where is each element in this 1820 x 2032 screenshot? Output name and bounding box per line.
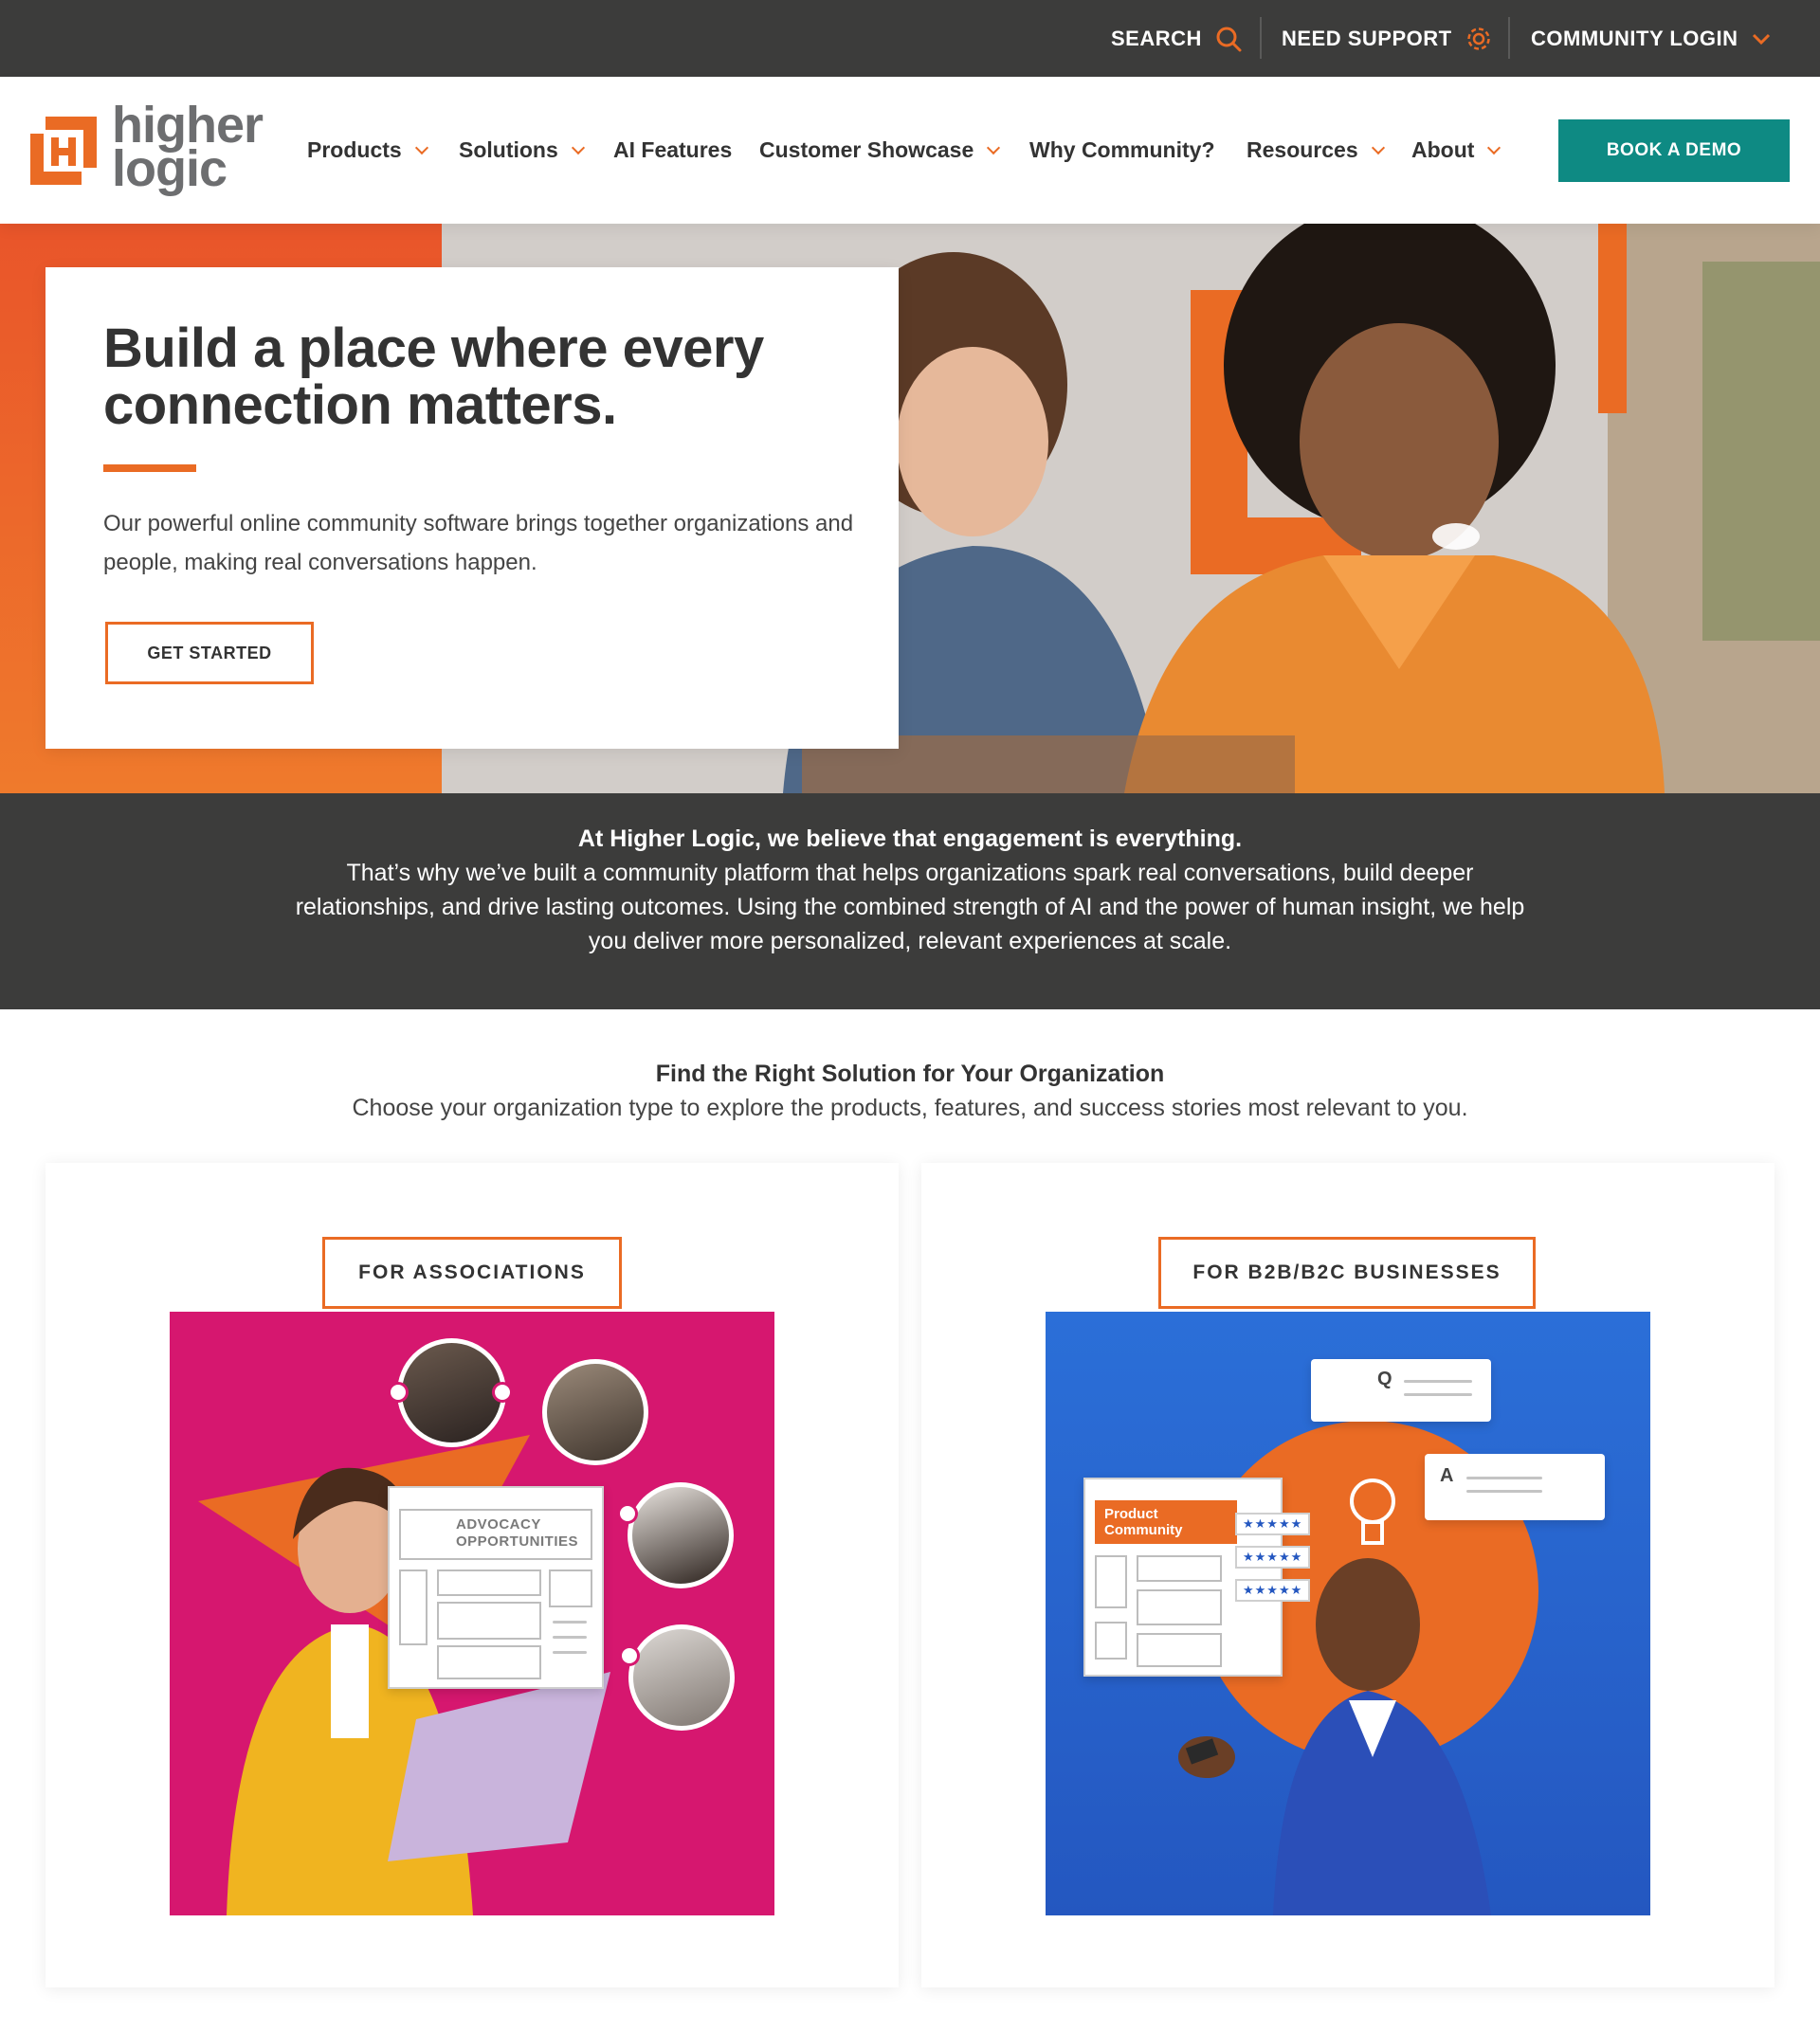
hero-section: Build a place where every connection mat… xyxy=(0,224,1820,793)
answer-bubble: A xyxy=(1425,1454,1605,1520)
nav-label: Why Community? xyxy=(1029,137,1215,162)
support-label: NEED SUPPORT xyxy=(1282,26,1452,50)
get-started-button[interactable]: GET STARTED xyxy=(105,622,314,684)
logo-mark-icon xyxy=(30,117,97,185)
hero-title-bold: connection xyxy=(103,374,392,436)
content-block xyxy=(1137,1555,1222,1582)
content-block xyxy=(1137,1633,1222,1667)
user-pin-icon xyxy=(492,1382,513,1403)
main-header: higher logic Products Solutions AI Featu… xyxy=(0,77,1820,224)
member-photo xyxy=(397,1338,506,1447)
text-line xyxy=(553,1621,587,1624)
nav-label: Products xyxy=(307,137,402,162)
chevron-down-icon xyxy=(414,140,428,154)
product-community-label: Product Community xyxy=(1095,1500,1237,1544)
support-link[interactable]: NEED SUPPORT xyxy=(1282,0,1492,77)
nav-customer-showcase[interactable]: Customer Showcase xyxy=(759,77,1001,224)
question-bubble: Q xyxy=(1311,1359,1491,1422)
hero-subtitle: Our powerful online community software b… xyxy=(103,511,854,575)
chevron-down-icon xyxy=(571,140,585,154)
chevron-down-icon xyxy=(987,140,1001,154)
nav-resources[interactable]: Resources xyxy=(1247,77,1385,224)
nav-why-community[interactable]: Why Community? xyxy=(1029,77,1215,224)
advocacy-label: ADVOCACY OPPORTUNITIES xyxy=(456,1516,579,1550)
nav-about[interactable]: About xyxy=(1411,77,1502,224)
higher-logic-logo[interactable]: higher logic xyxy=(27,100,264,194)
solutions-title: Find the Right Solution for Your Organiz… xyxy=(655,1061,1165,1087)
text-line xyxy=(1404,1380,1472,1383)
content-block xyxy=(437,1645,541,1679)
profile-block xyxy=(399,1569,428,1645)
product-community-mockup: Product Community xyxy=(1083,1478,1283,1677)
text-line xyxy=(1466,1490,1542,1493)
hero-title: Build a place where every connection mat… xyxy=(103,320,843,434)
community-mockup: ADVOCACY OPPORTUNITIES xyxy=(388,1486,604,1689)
user-pin-icon xyxy=(617,1503,638,1524)
nav-label: AI Features xyxy=(613,137,733,162)
community-login-link[interactable]: COMMUNITY LOGIN xyxy=(1531,0,1771,77)
hero-accent-rule xyxy=(103,464,196,472)
associations-illustration: ADVOCACY OPPORTUNITIES xyxy=(170,1312,774,1915)
search-link[interactable]: SEARCH xyxy=(1111,0,1242,77)
engagement-statement: At Higher Logic, we believe that engagem… xyxy=(0,793,1820,1009)
for-businesses-button[interactable]: FOR B2B/B2C BUSINESSES xyxy=(1158,1237,1536,1309)
hero-title-line1: Build a place where every xyxy=(103,318,764,379)
content-block xyxy=(437,1602,541,1640)
utility-divider xyxy=(1508,17,1510,59)
search-icon xyxy=(1215,26,1242,52)
utility-bar: SEARCH NEED SUPPORT COMMUNITY LOGIN xyxy=(0,0,1820,77)
statement-body: That’s why we’ve built a community platf… xyxy=(295,860,1525,954)
nav-ai-features[interactable]: AI Features xyxy=(613,77,732,224)
hero-card: Build a place where every connection mat… xyxy=(46,267,899,749)
text-line xyxy=(1404,1393,1472,1396)
nav-label: Solutions xyxy=(459,137,558,162)
list-block xyxy=(549,1569,592,1607)
content-block xyxy=(437,1569,541,1596)
nav-products[interactable]: Products xyxy=(307,77,428,224)
question-letter: Q xyxy=(1377,1369,1392,1389)
member-photo xyxy=(628,1482,734,1588)
message-block xyxy=(1095,1622,1127,1660)
text-line xyxy=(1466,1477,1542,1479)
associations-card[interactable]: FOR ASSOCIATIONS ADVOCACY OPPORTUNITIES xyxy=(46,1163,899,1987)
text-line xyxy=(553,1651,587,1654)
nav-label: Customer Showcase xyxy=(759,137,974,162)
businesses-card[interactable]: FOR B2B/B2C BUSINESSES Q A Product Commu… xyxy=(921,1163,1774,1987)
answer-letter: A xyxy=(1440,1465,1454,1486)
user-pin-icon xyxy=(619,1645,640,1666)
businesses-illustration: Q A Product Community ★★★★★ ★★★★★ ★★★★★ xyxy=(1046,1312,1650,1915)
user-pin-icon xyxy=(388,1382,409,1403)
hero-title-rest: matters. xyxy=(391,374,617,436)
chevron-down-icon xyxy=(1371,140,1385,154)
rating-stars-icon: ★★★★★ xyxy=(1235,1546,1311,1569)
nav-solutions[interactable]: Solutions xyxy=(459,77,585,224)
member-photo xyxy=(542,1359,648,1465)
member-photo xyxy=(628,1624,735,1731)
logo-wordmark: higher logic xyxy=(112,100,264,194)
profile-block xyxy=(1095,1555,1127,1608)
nav-label: About xyxy=(1411,137,1475,162)
book-demo-button[interactable]: BOOK A DEMO xyxy=(1558,119,1790,182)
text-line xyxy=(553,1636,587,1639)
solutions-subtitle: Choose your organization type to explore… xyxy=(352,1095,1468,1121)
rating-stars-icon: ★★★★★ xyxy=(1235,1513,1311,1535)
utility-divider xyxy=(1260,17,1262,59)
search-label: SEARCH xyxy=(1111,26,1202,50)
like-block xyxy=(1137,1589,1222,1625)
for-associations-button[interactable]: FOR ASSOCIATIONS xyxy=(322,1237,622,1309)
chevron-down-icon xyxy=(1752,32,1771,45)
login-label: COMMUNITY LOGIN xyxy=(1531,26,1738,50)
rating-stars-icon: ★★★★★ xyxy=(1235,1579,1311,1602)
nav-label: Resources xyxy=(1247,137,1358,162)
chevron-down-icon xyxy=(1487,140,1502,154)
gear-icon xyxy=(1465,26,1492,52)
statement-lead: At Higher Logic, we believe that engagem… xyxy=(577,826,1243,852)
